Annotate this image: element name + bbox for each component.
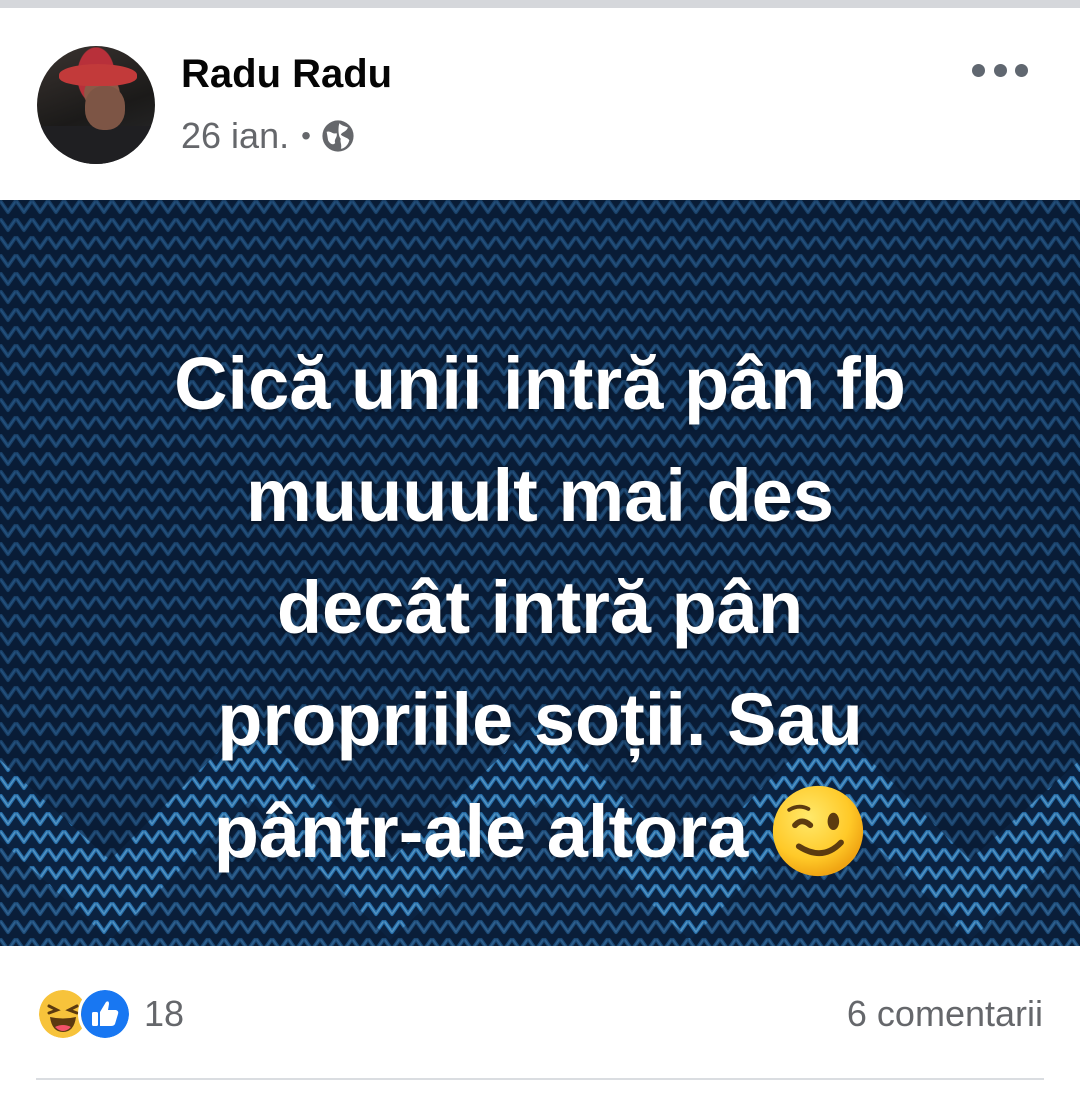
author-name[interactable]: Radu Radu — [181, 50, 392, 98]
post-meta: 26 ian. • — [181, 114, 355, 158]
post-date[interactable]: 26 ian. — [181, 115, 289, 157]
top-bar — [0, 0, 1080, 8]
post-text-line: propriile soții. Sau — [217, 678, 863, 761]
reactions-summary[interactable]: 18 — [36, 987, 185, 1041]
avatar[interactable] — [37, 46, 155, 164]
globe-icon — [322, 120, 354, 152]
winking-face-emoji — [773, 785, 864, 877]
meta-separator: • — [301, 120, 311, 151]
dot-icon — [1015, 63, 1028, 77]
like-icon — [78, 987, 132, 1041]
post-text-line: Cică unii intră pân fb — [174, 342, 906, 425]
post-text-line: pântr-ale altora — [213, 790, 749, 873]
dot-icon — [993, 63, 1007, 77]
post-text-background[interactable]: Cică unii intră pân fb muuuult mai des d… — [0, 200, 1080, 946]
divider — [36, 1078, 1044, 1080]
comments-count-link[interactable]: 6 comentarii — [847, 990, 1043, 1038]
post-text-line: decât intră pân — [276, 566, 804, 649]
more-options-button[interactable] — [972, 56, 1028, 84]
dot-icon — [972, 63, 985, 77]
reaction-count: 18 — [144, 993, 185, 1034]
post-text-line: muuuult mai des — [246, 454, 834, 537]
post-text: Cică unii intră pân fb muuuult mai des d… — [60, 328, 1020, 888]
